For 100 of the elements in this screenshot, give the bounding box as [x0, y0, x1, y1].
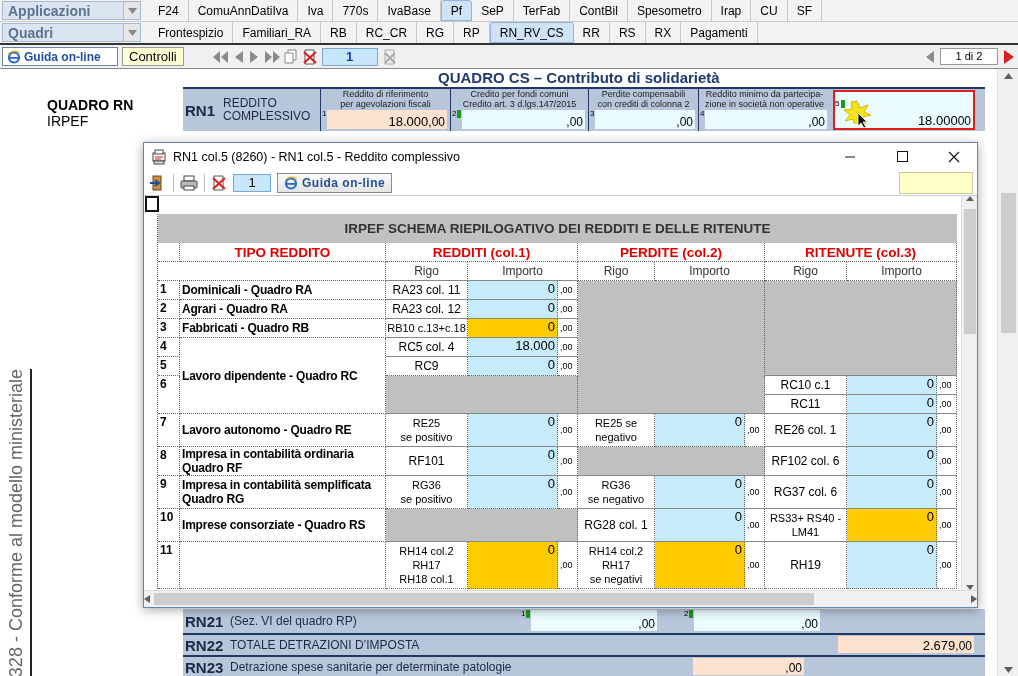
selection-box[interactable] [145, 196, 159, 212]
tab[interactable]: Pagamenti [681, 22, 758, 43]
scrollbar-thumb[interactable] [963, 209, 976, 334]
previous-icon[interactable] [924, 49, 936, 64]
tab[interactable]: RR [573, 22, 610, 43]
dropdown[interactable]: Quadri [2, 23, 141, 42]
amount-field[interactable]: 5 18.00000 [833, 90, 975, 130]
scroll-right-icon[interactable] [971, 595, 977, 603]
scrollbar-thumb[interactable] [1001, 193, 1016, 333]
amount-field[interactable]: 0 [468, 414, 558, 447]
tab[interactable]: Frontespizio [149, 22, 234, 43]
amount-field[interactable]: 0 [655, 476, 745, 509]
row-label: REDDITO COMPLESSIVO [223, 97, 311, 123]
printer-icon[interactable] [180, 174, 198, 191]
scrollbar-thumb[interactable] [154, 593, 814, 605]
column-header: PERDITE (col.2) [578, 243, 765, 262]
tab[interactable]: RB [321, 22, 357, 43]
amount-field[interactable]: 0 [468, 447, 558, 476]
tab[interactable]: RP [454, 22, 490, 43]
delete-page-icon[interactable] [211, 174, 227, 191]
page-cross-icon [381, 48, 398, 65]
cents-label: ,00 [937, 376, 957, 395]
caret-icon [127, 29, 137, 36]
page-field[interactable]: 1 [321, 47, 378, 66]
amount-field[interactable]: ,00 [693, 658, 804, 675]
amount-field[interactable]: ,00 [705, 110, 827, 129]
page-field[interactable]: 1 [233, 173, 271, 192]
browser-icon [7, 49, 21, 64]
amount-field[interactable]: 0 [468, 357, 558, 376]
tab[interactable]: RS [609, 22, 646, 43]
amount-field[interactable]: 2.679,00 [838, 636, 974, 653]
amount-field[interactable]: 0 [655, 414, 745, 447]
income-type-label: Lavoro autonomo - Quadro RE [180, 414, 386, 447]
tab[interactable]: SF [787, 0, 822, 21]
scroll-left-icon[interactable] [144, 595, 150, 603]
amount-field[interactable]: 0 [847, 476, 937, 509]
row-label: (Sez. VI del quadro RP) [230, 614, 357, 628]
tab[interactable]: Iva [298, 0, 334, 21]
pages-icon[interactable] [283, 49, 299, 64]
field-caption: Perdite compensabili con crediti di colonna 2 [596, 89, 691, 109]
text-field[interactable] [899, 171, 973, 194]
tab[interactable]: RX [645, 22, 682, 43]
last-page-icon[interactable] [262, 49, 281, 64]
row-label: TOTALE DETRAZIONI D’IMPOSTA [230, 638, 420, 652]
amount-field[interactable]: 0 [655, 542, 745, 589]
tab[interactable]: RC_CR [356, 22, 418, 43]
field-caption: Credito per fondi comuni Credito art. 3 d.lgs.147/2015 [461, 89, 578, 109]
column-header: RITENUTE (col.3) [765, 243, 957, 262]
tab[interactable]: Familiari_RA [233, 22, 322, 43]
caret-icon [127, 7, 137, 14]
tab[interactable]: ContBil [570, 0, 628, 21]
tab[interactable]: Spesometro [627, 0, 712, 21]
scroll-down-icon[interactable] [1004, 667, 1013, 673]
amount-field[interactable]: 0 [847, 447, 937, 476]
tab[interactable]: 770s [333, 0, 379, 21]
tab[interactable]: TerFab [513, 0, 571, 21]
tab[interactable]: ComuAnnDatiIva [188, 0, 299, 21]
delete-page-icon[interactable] [301, 48, 318, 65]
row-code: RN21 [185, 612, 224, 630]
amount-field[interactable]: 18.000,00 [327, 110, 447, 129]
amount-field[interactable]: 0 [847, 414, 937, 447]
amount-field[interactable]: ,00 [531, 610, 657, 631]
tab[interactable]: F24 [149, 0, 189, 21]
income-type-label: Dominicali - Quadro RA [180, 281, 386, 300]
row-number: 8 [158, 447, 180, 476]
tab[interactable]: RG [417, 22, 455, 43]
field-number: 1 [521, 609, 526, 618]
amount-field[interactable]: ,00 [595, 110, 695, 129]
next-icon[interactable] [1002, 48, 1016, 65]
field-number: 3 [590, 109, 595, 118]
column-header: REDDITI (col.1) [386, 243, 578, 262]
tab[interactable]: RN_RV_CS [489, 22, 574, 43]
cents-label: ,00 [937, 414, 957, 447]
row-number: 4 [158, 338, 180, 357]
first-page-icon[interactable] [211, 49, 230, 64]
cents-label: ,00 [745, 509, 765, 542]
tab[interactable]: IvaBase [378, 0, 441, 21]
dropdown[interactable]: Applicazioni [2, 1, 141, 20]
help-button[interactable]: Guida on-line [277, 172, 393, 193]
next-page-icon[interactable] [247, 49, 260, 64]
amount-field[interactable]: 0 [468, 542, 558, 589]
row-number: 7 [158, 414, 180, 447]
tab[interactable]: Irap [711, 0, 752, 21]
scroll-up-icon[interactable] [1004, 73, 1013, 79]
tab[interactable]: CU [751, 0, 788, 21]
amount-field[interactable]: 0 [468, 476, 558, 509]
amount-field[interactable]: 0 [847, 542, 937, 589]
scroll-up-icon[interactable] [965, 196, 974, 201]
help-button[interactable]: Guida on-line [2, 47, 118, 66]
cursor-icon [857, 112, 869, 128]
cents-label: ,00 [745, 542, 765, 589]
amount-field[interactable]: ,00 [694, 610, 820, 631]
blank-cell [158, 243, 180, 262]
cents-label: ,00 [558, 414, 578, 447]
amount-field[interactable]: 0 [655, 509, 745, 542]
tab[interactable]: Pf [440, 0, 473, 21]
amount-field[interactable]: ,00 [462, 110, 585, 129]
controls-button[interactable]: Controlli [122, 47, 184, 66]
tab[interactable]: SeP [472, 0, 514, 21]
amount-field[interactable]: 0 [847, 509, 937, 542]
